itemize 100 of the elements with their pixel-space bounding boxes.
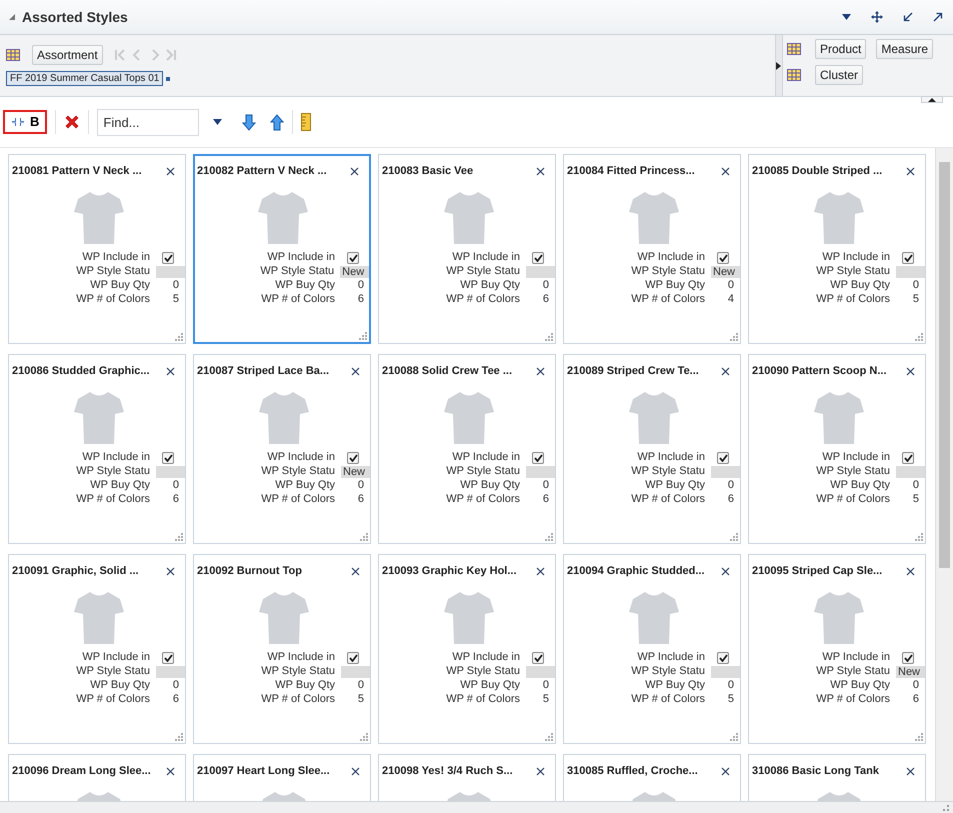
close-icon[interactable]	[166, 166, 175, 176]
checkbox[interactable]	[347, 452, 359, 464]
checkbox[interactable]	[902, 452, 914, 464]
status-field[interactable]: New	[711, 266, 740, 278]
dropdown-caret-icon[interactable]	[842, 14, 851, 20]
find-field[interactable]: Find...	[97, 108, 200, 136]
close-icon[interactable]	[166, 766, 175, 776]
assortment-tag[interactable]: FF 2019 Summer Casual Tops 01	[6, 71, 164, 86]
close-icon[interactable]	[721, 366, 730, 376]
splitter-arrow-icon[interactable]	[776, 62, 781, 70]
product-card[interactable]: 210082 Pattern V Neck ... WP Include in WP Style Statu New WP Buy Qty 0 WP # of Colors 6	[193, 154, 371, 344]
checkbox[interactable]	[717, 452, 729, 464]
status-field[interactable]	[896, 266, 925, 278]
product-card[interactable]: 210089 Striped Crew Te... WP Include in WP Style Statu WP Buy Qty 0 WP # of Colors 6	[563, 354, 741, 544]
field-label: WP Include in	[266, 650, 336, 666]
checkbox[interactable]	[162, 452, 174, 464]
close-icon[interactable]	[351, 766, 360, 776]
checkbox[interactable]	[162, 252, 174, 264]
product-card[interactable]: 210084 Fitted Princess... WP Include in WP Style Statu New WP Buy Qty 0 WP # of Colors 4	[563, 154, 741, 344]
close-icon[interactable]	[536, 366, 545, 376]
checkbox[interactable]	[532, 452, 544, 464]
close-icon[interactable]	[721, 566, 730, 576]
status-field[interactable]	[526, 666, 555, 678]
dimension-button[interactable]: Measure	[876, 39, 934, 59]
product-card[interactable]: 210094 Graphic Studded... WP Include in WP Style Statu WP Buy Qty 0 WP # of Colors 5	[563, 554, 741, 744]
status-field[interactable]	[156, 266, 185, 278]
resize-grip-icon	[545, 333, 553, 341]
arrow-down-left-icon[interactable]	[903, 12, 913, 22]
status-field[interactable]: New	[896, 666, 925, 678]
product-card[interactable]: 210096 Dream Long Slee...	[8, 754, 186, 801]
delete-icon[interactable]	[64, 114, 80, 130]
product-card[interactable]: 210085 Double Striped ... WP Include in WP Style Statu WP Buy Qty 0 WP # of Colors 5	[748, 154, 926, 344]
close-icon[interactable]	[906, 166, 915, 176]
arrow-down-icon[interactable]	[242, 114, 256, 130]
checkbox[interactable]	[717, 652, 729, 664]
product-card[interactable]: 210093 Graphic Key Hol... WP Include in WP Style Statu WP Buy Qty 0 WP # of Colors 5	[378, 554, 556, 744]
field-label: WP Buy Qty	[644, 678, 706, 694]
checkbox[interactable]	[347, 252, 359, 264]
checkbox[interactable]	[902, 652, 914, 664]
status-field[interactable]	[711, 466, 740, 478]
product-card[interactable]: 310086 Basic Long Tank	[748, 754, 926, 801]
product-card[interactable]: 210088 Solid Crew Tee ... WP Include in WP Style Statu WP Buy Qty 0 WP # of Colors 6	[378, 354, 556, 544]
product-card[interactable]: 210086 Studded Graphic... WP Include in WP Style Statu WP Buy Qty 0 WP # of Colors 6	[8, 354, 186, 544]
dimension-button[interactable]: Product	[815, 39, 866, 59]
checkbox[interactable]	[717, 252, 729, 264]
checkbox[interactable]	[347, 652, 359, 664]
product-card[interactable]: 210091 Graphic, Solid ... WP Include in WP Style Statu WP Buy Qty 0 WP # of Colors 6	[8, 554, 186, 744]
product-card[interactable]: 210092 Burnout Top WP Include in WP Style Statu WP Buy Qty 0 WP # of Colors 5	[193, 554, 371, 744]
view-button[interactable]: B	[3, 110, 48, 134]
status-field[interactable]	[156, 666, 185, 678]
close-icon[interactable]	[906, 366, 915, 376]
field-label: WP Style Statu	[260, 664, 336, 680]
product-card[interactable]: 210081 Pattern V Neck ... WP Include in WP Style Statu WP Buy Qty 0 WP # of Colors 5	[8, 154, 186, 344]
collapse-triangle-icon[interactable]	[8, 13, 16, 21]
shirt-photo-placeholder	[628, 390, 678, 446]
ruler-icon[interactable]	[301, 113, 312, 131]
close-icon[interactable]	[536, 766, 545, 776]
field-label: WP Buy Qty	[644, 478, 706, 494]
close-icon[interactable]	[166, 366, 175, 376]
status-field[interactable]	[156, 466, 185, 478]
field-label: WP Style Statu	[630, 464, 706, 480]
checkbox[interactable]	[532, 252, 544, 264]
status-field[interactable]	[526, 466, 555, 478]
checkbox[interactable]	[532, 652, 544, 664]
product-card[interactable]: 210083 Basic Vee WP Include in WP Style Statu WP Buy Qty 0 WP # of Colors 6	[378, 154, 556, 344]
close-icon[interactable]	[721, 166, 730, 176]
arrow-up-icon[interactable]	[270, 114, 284, 130]
close-icon[interactable]	[536, 566, 545, 576]
checkbox[interactable]	[902, 252, 914, 264]
resize-grip-icon	[545, 533, 553, 541]
checkbox[interactable]	[162, 652, 174, 664]
close-icon[interactable]	[350, 166, 359, 176]
close-icon[interactable]	[721, 766, 730, 776]
status-field[interactable]: New	[340, 266, 369, 278]
product-card[interactable]: 210087 Striped Lace Ba... WP Include in WP Style Statu New WP Buy Qty 0 WP # of Colors 6	[193, 354, 371, 544]
status-field[interactable]	[711, 666, 740, 678]
assortment-button[interactable]: Assortment	[32, 45, 103, 65]
close-icon[interactable]	[351, 566, 360, 576]
close-icon[interactable]	[906, 566, 915, 576]
product-card[interactable]: 210090 Pattern Scoop N... WP Include in WP Style Statu WP Buy Qty 0 WP # of Colors 5	[748, 354, 926, 544]
dropdown-caret-icon[interactable]	[213, 119, 222, 125]
close-icon[interactable]	[166, 566, 175, 576]
close-icon[interactable]	[536, 166, 545, 176]
close-icon[interactable]	[906, 766, 915, 776]
shirt-photo-placeholder	[258, 190, 308, 246]
dimension-button[interactable]: Cluster	[815, 65, 864, 85]
status-field[interactable]	[341, 666, 370, 678]
status-field[interactable]	[526, 266, 555, 278]
product-card[interactable]: 210097 Heart Long Slee...	[193, 754, 371, 801]
product-card[interactable]: 210098 Yes! 3/4 Ruch S...	[378, 754, 556, 801]
product-card[interactable]: 210095 Striped Cap Sle... WP Include in WP Style Statu New WP Buy Qty 0 WP # of Colors 6	[748, 554, 926, 744]
collapse-handle[interactable]	[921, 96, 943, 103]
card-title: 210093 Graphic Key Hol...	[382, 564, 517, 579]
arrow-up-right-icon[interactable]	[933, 12, 943, 22]
product-card[interactable]: 310085 Ruffled, Croche...	[563, 754, 741, 801]
vertical-scrollbar[interactable]	[935, 148, 953, 801]
move-icon[interactable]	[871, 11, 883, 23]
status-field[interactable]	[896, 466, 925, 478]
close-icon[interactable]	[351, 366, 360, 376]
status-field[interactable]: New	[341, 466, 370, 478]
